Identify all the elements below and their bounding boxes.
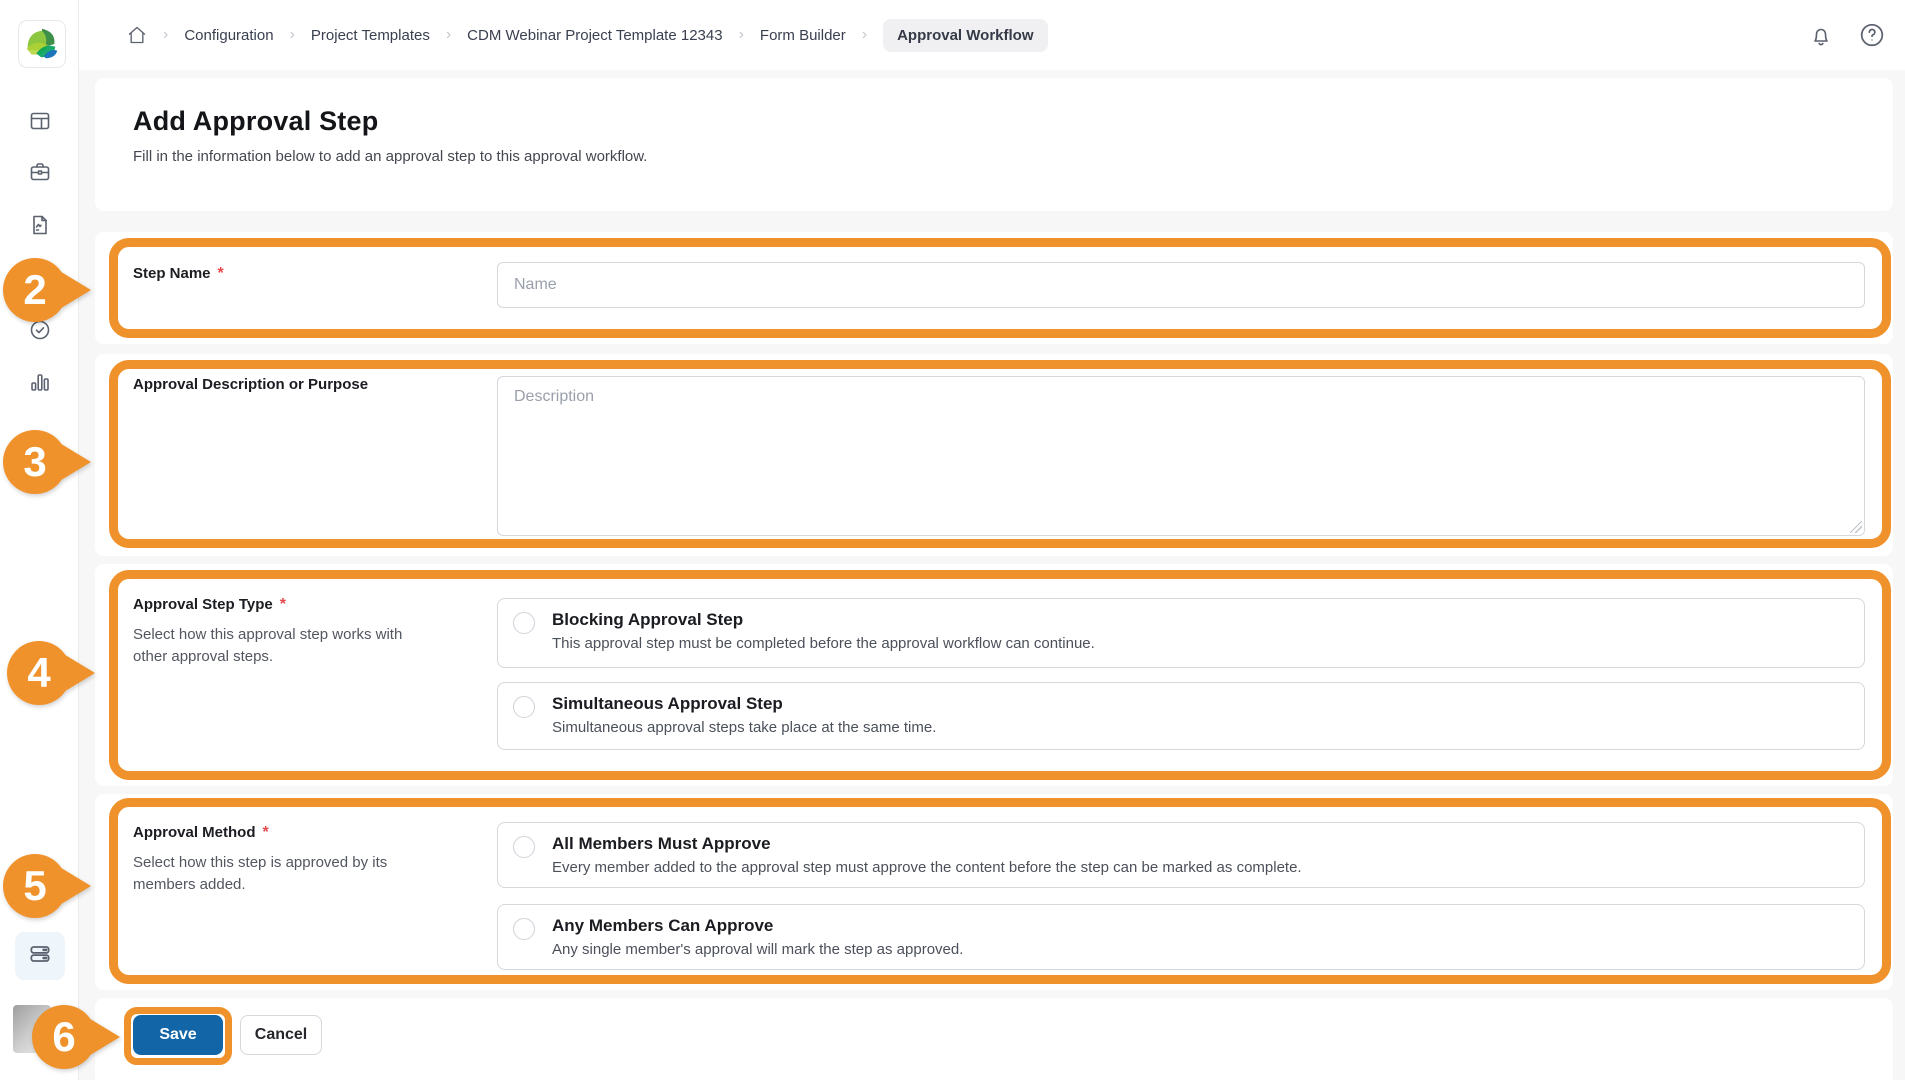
radio-option-all-members-must-approve[interactable]: All Members Must Approve Every member ad… [497,822,1865,888]
chevron-right-icon: › [862,26,867,44]
option-description: Any single member's approval will mark t… [552,941,963,958]
sidebar-item-approvals-icon[interactable] [28,318,52,342]
step-type-label: Approval Step Type* [133,596,463,614]
home-icon[interactable] [127,25,147,45]
app-logo[interactable] [18,20,66,68]
section-description: Approval Description or Purpose [95,354,1893,556]
sidebar-item-environments[interactable] [15,932,65,980]
radio-option-simultaneous-approval-step[interactable]: Simultaneous Approval Step Simultaneous … [497,682,1865,750]
step-name-label: Step Name* [133,265,463,283]
chevron-right-icon: › [290,26,295,44]
method-help-text: Select how this step is approved by its … [133,852,438,896]
radio-button-icon[interactable] [513,918,535,940]
sidebar-item-reports-icon[interactable] [28,370,52,394]
page-header-card: Add Approval Step Fill in the informatio… [95,78,1893,211]
section-step-name: Step Name* [95,232,1893,344]
breadcrumb-item-project-templates[interactable]: Project Templates [311,27,430,44]
sidebar-item-projects-icon[interactable] [28,160,52,184]
avatar[interactable] [13,1005,51,1053]
option-description: Simultaneous approval steps take place a… [552,719,936,736]
description-label: Approval Description or Purpose [133,376,463,393]
sidebar-item-documents-icon[interactable] [28,213,52,237]
chevron-right-icon: › [739,26,744,44]
sidebar-item-dashboard-icon[interactable] [28,109,52,133]
required-asterisk: * [263,824,269,841]
radio-option-blocking-approval-step[interactable]: Blocking Approval Step This approval ste… [497,598,1865,668]
server-stack-icon [27,941,53,972]
required-asterisk: * [280,596,286,613]
topbar: › Configuration › Project Templates › CD… [0,0,1905,70]
breadcrumb-item-approval-workflow: Approval Workflow [883,19,1047,52]
sidebar [0,0,79,1080]
step-type-help-text: Select how this approval step works with… [133,624,438,668]
breadcrumb-item-configuration[interactable]: Configuration [184,27,273,44]
option-description: Every member added to the approval step … [552,859,1302,876]
breadcrumb-item-template-name[interactable]: CDM Webinar Project Template 12343 [467,27,722,44]
breadcrumb: › Configuration › Project Templates › CD… [127,0,1048,70]
help-icon[interactable] [1859,22,1885,48]
radio-button-icon[interactable] [513,612,535,634]
chevron-right-icon: › [446,26,451,44]
option-title: Simultaneous Approval Step [552,694,783,714]
option-title: Blocking Approval Step [552,610,743,630]
method-label: Approval Method* [133,824,463,842]
radio-button-icon[interactable] [513,696,535,718]
app-window: › Configuration › Project Templates › CD… [0,0,1905,1080]
breadcrumb-item-form-builder[interactable]: Form Builder [760,27,846,44]
chevron-right-icon: › [163,26,168,44]
topbar-actions [1809,0,1885,70]
notifications-bell-icon[interactable] [1809,23,1833,47]
radio-button-icon[interactable] [513,836,535,858]
step-name-input[interactable] [497,262,1865,308]
section-approval-step-type: Approval Step Type* Select how this appr… [95,564,1893,786]
form-footer: Save Cancel [95,998,1893,1080]
option-description: This approval step must be completed bef… [552,635,1095,652]
description-textarea[interactable] [497,376,1865,536]
required-asterisk: * [218,265,224,282]
option-title: Any Members Can Approve [552,916,773,936]
radio-option-any-members-can-approve[interactable]: Any Members Can Approve Any single membe… [497,904,1865,970]
section-approval-method: Approval Method* Select how this step is… [95,794,1893,990]
page-subtitle: Fill in the information below to add an … [133,148,647,165]
option-title: All Members Must Approve [552,834,771,854]
save-button[interactable]: Save [133,1015,223,1055]
cancel-button[interactable]: Cancel [240,1015,322,1055]
page-title: Add Approval Step [133,106,378,137]
